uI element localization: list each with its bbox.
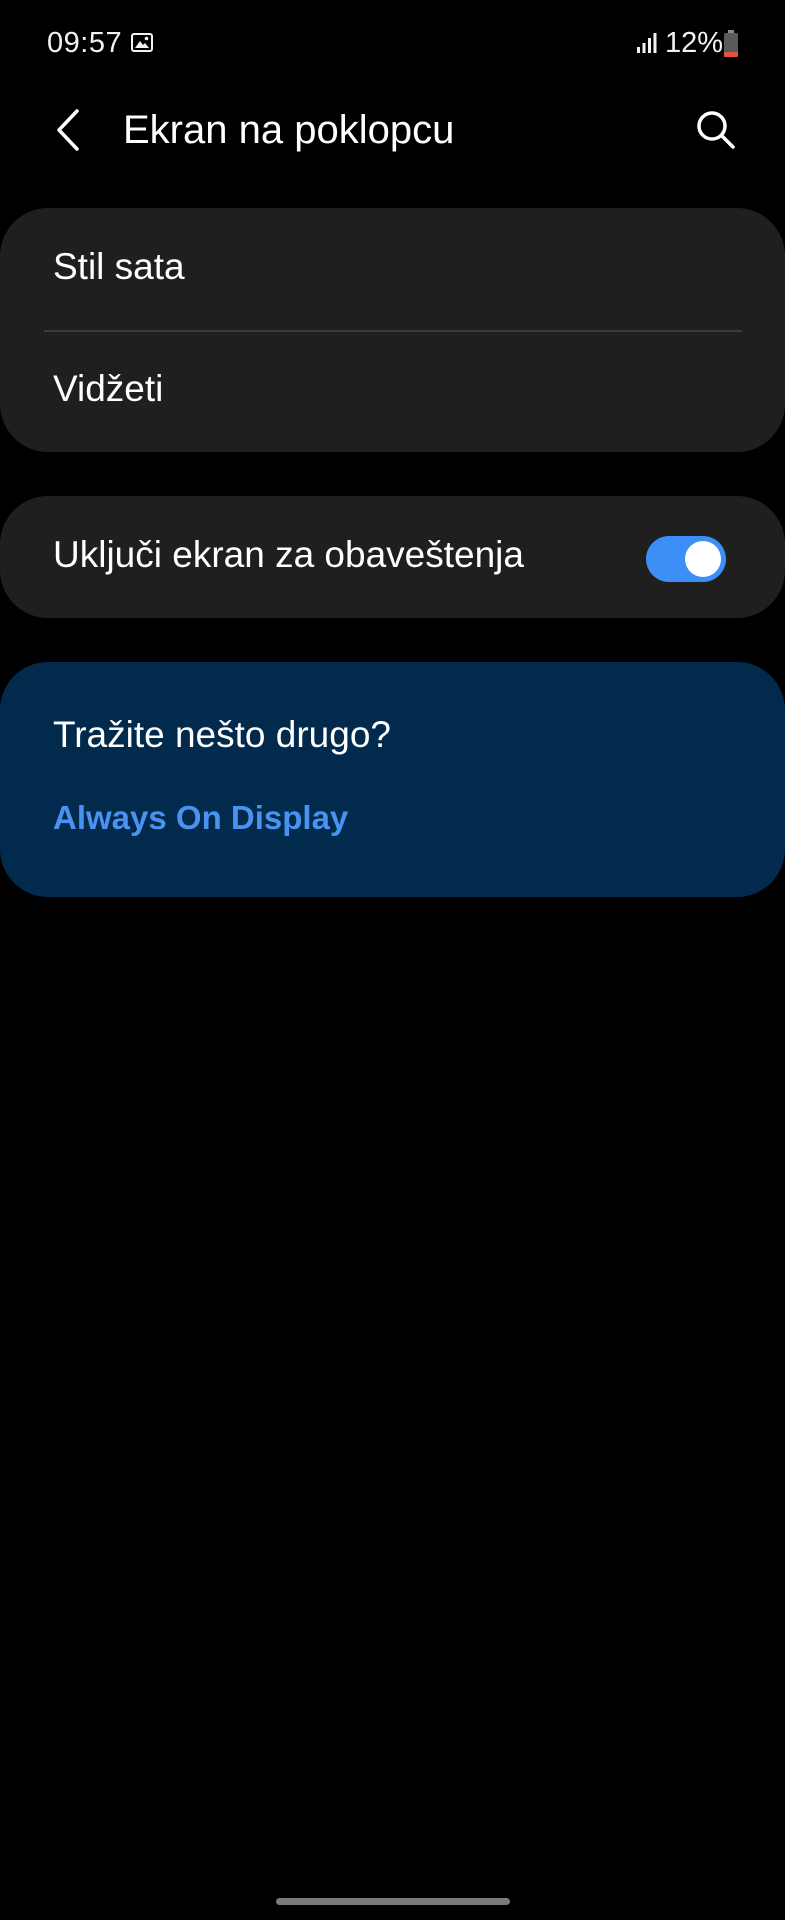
battery-level: 12% (665, 27, 724, 59)
toggle-knob (685, 541, 721, 577)
status-time: 09:57 (47, 27, 123, 59)
always-on-display-link[interactable]: Always On Display (53, 796, 348, 840)
notification-toggle-label: Uključi ekran za obaveštenja (53, 534, 524, 575)
suggestion-title: Tražite nešto drugo? (53, 714, 391, 755)
search-icon (697, 111, 735, 149)
notification-toggle-switch[interactable] (646, 536, 726, 582)
menu-item-label: Vidžeti (53, 368, 164, 409)
status-bar: 09:57 12% (0, 0, 785, 90)
chevron-left-icon (57, 109, 79, 151)
settings-menu-card: Stil sata Vidžeti (0, 208, 785, 452)
menu-item-clock-style[interactable]: Stil sata (0, 208, 785, 330)
notification-toggle-row[interactable]: Uključi ekran za obaveštenja (0, 496, 785, 618)
gallery-icon (131, 33, 153, 52)
back-button[interactable] (40, 100, 96, 160)
suggestion-card (0, 662, 785, 897)
signal-icon (637, 33, 657, 53)
menu-item-label: Stil sata (53, 246, 185, 287)
search-button[interactable] (684, 100, 748, 160)
notification-toggle-card: Uključi ekran za obaveštenja (0, 496, 785, 618)
page-title: Ekran na poklopcu (123, 108, 455, 152)
menu-item-widgets[interactable]: Vidžeti (0, 330, 785, 452)
battery-icon (724, 30, 738, 57)
home-handle[interactable] (276, 1898, 510, 1905)
